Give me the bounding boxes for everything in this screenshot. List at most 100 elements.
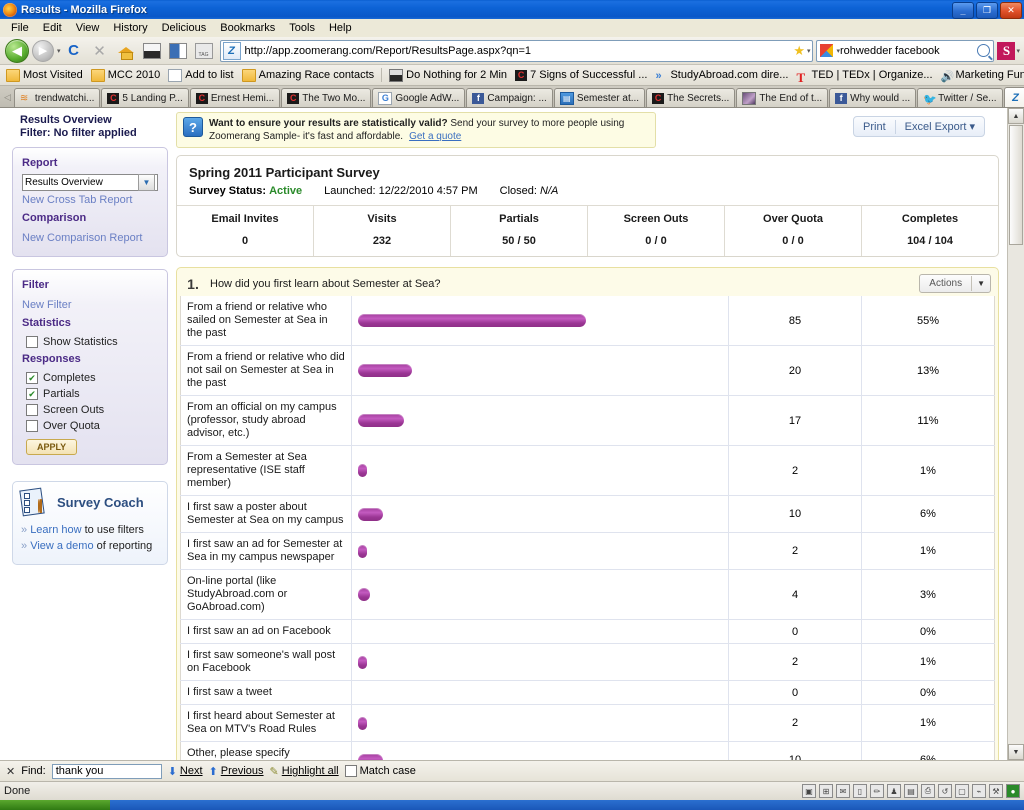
tab-the-secrets[interactable]: C The Secrets... (646, 88, 735, 107)
response-filter-completes[interactable]: ✔ Completes (22, 370, 158, 386)
find-previous-button[interactable]: ⬆ Previous (209, 765, 264, 778)
reload-button[interactable]: C (61, 39, 87, 63)
tab-results[interactable]: Z Results ✕ (1004, 87, 1024, 107)
tab-scroll-left-icon[interactable]: ◁ (2, 92, 14, 107)
tab-google-adwords[interactable]: G Google AdW... (372, 88, 465, 107)
pin-icon[interactable]: ⌁ (972, 784, 986, 798)
close-button[interactable]: ✕ (1000, 2, 1022, 19)
bookmark-most-visited[interactable]: Most Visited (2, 68, 87, 83)
search-icon[interactable] (977, 44, 990, 57)
scroll-up-button[interactable]: ▲ (1008, 108, 1024, 124)
toolbar-overflow-icon[interactable]: ▾ (1016, 47, 1020, 55)
new-cross-tab-report-link[interactable]: New Cross Tab Report (22, 191, 158, 209)
menu-item-edit[interactable]: Edit (36, 21, 69, 35)
search-input[interactable]: rohwedder facebook (840, 45, 977, 57)
stop-button[interactable]: ✕ (87, 39, 113, 63)
undo-icon[interactable]: ↺ (938, 784, 952, 798)
response-filter-over-quota[interactable]: Over Quota (22, 418, 158, 434)
report-select[interactable]: Results Overview ▼ (22, 174, 158, 191)
find-close-icon[interactable]: ✕ (6, 765, 15, 778)
menu-item-help[interactable]: Help (322, 21, 359, 35)
lamp-icon[interactable]: ♟ (887, 784, 901, 798)
page-icon[interactable]: ▯ (853, 784, 867, 798)
tab-the-end-of[interactable]: The End of t... (736, 88, 828, 107)
partials-checkbox[interactable]: ✔ (26, 388, 38, 400)
bookmark-star-icon[interactable]: ★ (793, 43, 805, 59)
url-dropdown-icon[interactable]: ▾ (807, 47, 811, 55)
minimize-button[interactable]: _ (952, 2, 974, 19)
tab-trendwatching[interactable]: ≋ trendwatchi... (14, 88, 100, 107)
highlight-all-button[interactable]: ✎ Highlight all (270, 765, 339, 778)
show-statistics-row[interactable]: Show Statistics (22, 334, 158, 350)
start-button[interactable] (0, 800, 110, 810)
coach-link-view-demo[interactable]: » View a demo of reporting (21, 538, 159, 554)
menu-item-history[interactable]: History (106, 21, 154, 35)
tab-campaign[interactable]: f Campaign: ... (466, 88, 552, 107)
apply-button[interactable]: APPLY (26, 439, 77, 455)
home-button[interactable] (113, 39, 139, 63)
response-filter-screen-outs[interactable]: Screen Outs (22, 402, 158, 418)
bookmark-do-nothing[interactable]: Do Nothing for 2 Min (385, 68, 511, 83)
chevron-down-icon[interactable]: ▼ (138, 174, 155, 191)
print-button[interactable]: Print (854, 118, 895, 136)
maximize-button[interactable]: ❐ (976, 2, 998, 19)
menu-item-file[interactable]: File (4, 21, 36, 35)
menu-item-view[interactable]: View (69, 21, 107, 35)
coach-link-learn-how[interactable]: » Learn how to use filters (21, 522, 159, 538)
bookmark-marketing-fundamentals[interactable]: 🔊 Marketing Fundament... (937, 68, 1024, 82)
page-scrollbar[interactable]: ▲ ▼ (1007, 108, 1024, 760)
bookmark-ted[interactable]: T TED | TEDx | Organize... (792, 68, 936, 82)
search-bar[interactable]: ▾ rohwedder facebook (816, 40, 994, 62)
tab-5-landing-pages[interactable]: C 5 Landing P... (101, 88, 188, 107)
bookmark-add-to-list[interactable]: Add to list (164, 68, 237, 83)
back-button[interactable]: ◀ (4, 39, 30, 63)
toolbar-extension-2[interactable] (165, 39, 191, 63)
match-case-toggle[interactable]: Match case (345, 765, 416, 777)
shield-icon[interactable]: ● (1006, 784, 1020, 798)
forward-button[interactable]: ▶ (30, 39, 56, 63)
scroll-thumb[interactable] (1009, 125, 1023, 245)
new-comparison-report-link[interactable]: New Comparison Report (22, 229, 158, 247)
tab-the-two-most[interactable]: C The Two Mo... (281, 88, 371, 107)
bookmark-7-signs[interactable]: C 7 Signs of Successful ... (511, 68, 651, 82)
pencil-icon[interactable]: ✏ (870, 784, 884, 798)
get-a-quote-link[interactable]: Get a quote (409, 131, 461, 142)
question-1-actions-button[interactable]: Actions ▼ (919, 274, 991, 293)
tab-why-would[interactable]: f Why would ... (829, 88, 916, 107)
extension-s-icon[interactable]: S (997, 42, 1015, 60)
find-input[interactable]: thank you (52, 764, 162, 779)
bookmark-amazing-race-contacts[interactable]: Amazing Race contacts (238, 68, 379, 83)
screen-outs-checkbox[interactable] (26, 404, 38, 416)
save-icon[interactable]: ▤ (904, 784, 918, 798)
menu-item-bookmarks[interactable]: Bookmarks (213, 21, 282, 35)
tab-twitter[interactable]: 🐦 Twitter / Se... (917, 88, 1002, 107)
tools-icon[interactable]: ⚒ (989, 784, 1003, 798)
coach-link-text[interactable]: Learn how (30, 524, 81, 536)
response-filter-partials[interactable]: ✔ Partials (22, 386, 158, 402)
completes-checkbox[interactable]: ✔ (26, 372, 38, 384)
find-next-button[interactable]: ⬇ Next (168, 765, 203, 778)
url-text[interactable]: http://app.zoomerang.com/Report/ResultsP… (245, 45, 793, 57)
match-case-checkbox[interactable] (345, 765, 357, 777)
new-filter-link[interactable]: New Filter (22, 296, 158, 314)
toolbar-extension-1[interactable] (139, 39, 165, 63)
bookmark-studyabroad[interactable]: » StudyAbroad.com dire... (651, 68, 792, 82)
network-icon[interactable]: ▣ (802, 784, 816, 798)
scroll-track[interactable] (1008, 124, 1024, 744)
google-icon[interactable] (820, 44, 833, 57)
over-quota-checkbox[interactable] (26, 420, 38, 432)
print-icon[interactable]: ⎙ (921, 784, 935, 798)
menu-item-tools[interactable]: Tools (282, 21, 322, 35)
show-statistics-checkbox[interactable] (26, 336, 38, 348)
menu-item-delicious[interactable]: Delicious (155, 21, 214, 35)
url-bar[interactable]: Z http://app.zoomerang.com/Report/Result… (220, 40, 814, 62)
coach-link-text[interactable]: View a demo (30, 540, 93, 552)
window-icon[interactable]: ▢ (955, 784, 969, 798)
scroll-down-button[interactable]: ▼ (1008, 744, 1024, 760)
tab-semester-at-sea[interactable]: ▤ Semester at... (554, 88, 645, 107)
bookmark-mcc-2010[interactable]: MCC 2010 (87, 68, 165, 83)
tab-ernest-hemingway[interactable]: C Ernest Hemi... (190, 88, 280, 107)
chevron-down-icon[interactable]: ▼ (972, 276, 990, 291)
mail-icon[interactable]: ✉ (836, 784, 850, 798)
toolbar-extension-tag[interactable]: TAG (191, 39, 217, 63)
